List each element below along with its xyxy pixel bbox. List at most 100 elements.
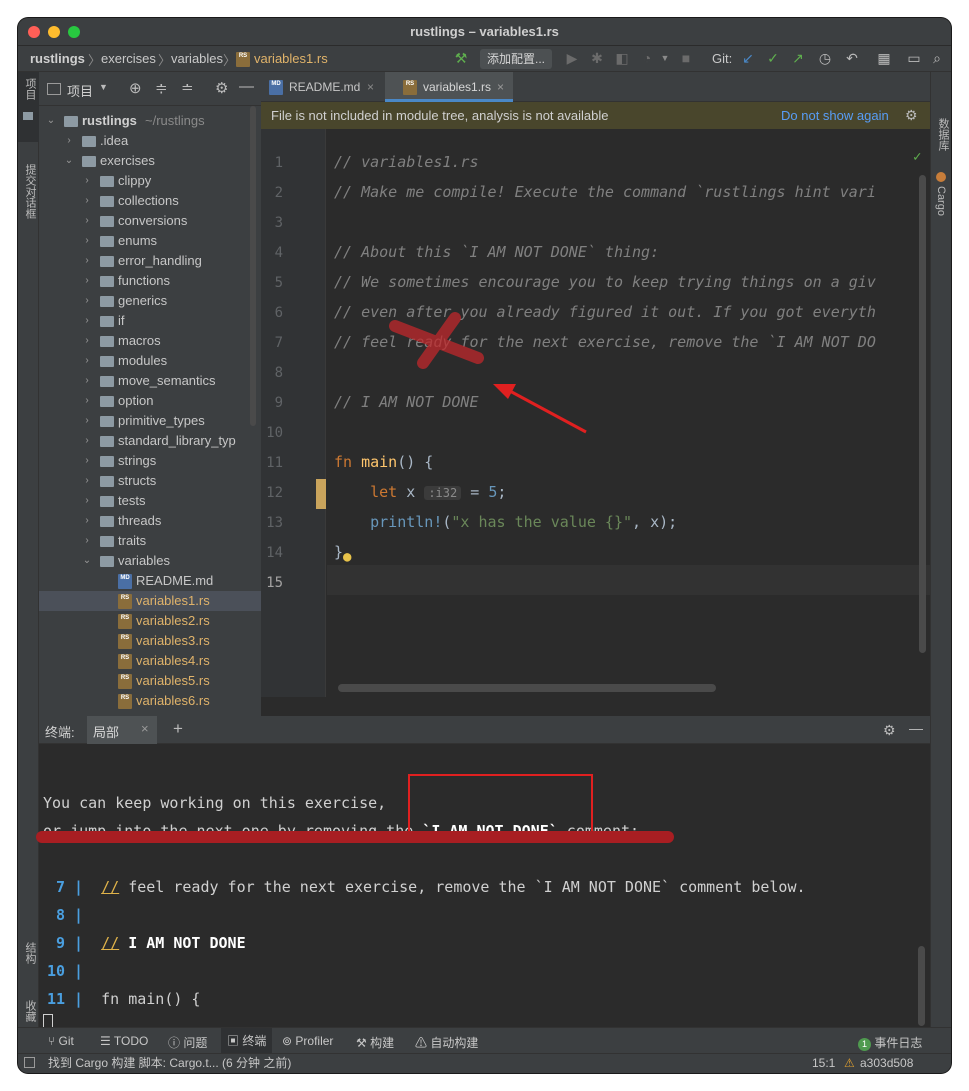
structure-tool-label[interactable]: 结构 <box>22 942 38 964</box>
autobuild-tool-button[interactable]: ⚠ 自动构建 <box>415 1034 478 1051</box>
tree-file-variables5-rs[interactable]: RS variables5.rs <box>39 671 261 691</box>
chevron-down-icon[interactable]: ⌄ <box>82 551 92 571</box>
terminal-scrollbar[interactable] <box>918 946 925 1026</box>
expand-all-icon[interactable]: ≑ <box>155 79 168 97</box>
tree-folder-threads[interactable]: › threads <box>39 511 261 531</box>
add-terminal-icon[interactable]: + <box>173 719 183 739</box>
gear-icon[interactable]: ⚙ <box>215 79 228 97</box>
gear-icon[interactable]: ⚙ <box>883 722 896 739</box>
chevron-right-icon[interactable]: › <box>82 251 92 271</box>
status-message[interactable]: 找到 Cargo 构建 脚本: Cargo.t... (6 分钟 之前) <box>48 1054 291 1073</box>
chevron-right-icon[interactable]: › <box>82 431 92 451</box>
git-update-icon[interactable]: ↙ <box>739 50 757 67</box>
chevron-down-icon[interactable]: ▼ <box>99 82 108 92</box>
database-tool-label[interactable]: 数据库 <box>935 118 951 151</box>
tree-folder-traits[interactable]: › traits <box>39 531 261 551</box>
hide-panel-icon[interactable]: — <box>239 78 254 95</box>
tree-folder-collections[interactable]: › collections <box>39 191 261 211</box>
chevron-right-icon[interactable]: › <box>82 171 92 191</box>
tree-file-variables6-rs[interactable]: RS variables6.rs <box>39 691 261 711</box>
tree-file-readme-md[interactable]: MD README.md <box>39 571 261 591</box>
chevron-right-icon[interactable]: › <box>82 471 92 491</box>
chevron-right-icon[interactable]: › <box>64 131 74 151</box>
close-tab-icon[interactable]: × <box>367 72 374 102</box>
hammer-icon[interactable]: ⚒ <box>452 50 470 67</box>
tree-file-variables3-rs[interactable]: RS variables3.rs <box>39 631 261 651</box>
tree-folder-functions[interactable]: › functions <box>39 271 261 291</box>
do-not-show-again-link[interactable]: Do not show again <box>781 102 889 129</box>
chevron-right-icon[interactable]: › <box>82 191 92 211</box>
close-tab-icon[interactable]: × <box>497 72 504 102</box>
tree-folder-structs[interactable]: › structs <box>39 471 261 491</box>
breadcrumb-file[interactable]: variables1.rs <box>254 51 328 66</box>
tree-scrollbar[interactable] <box>250 106 256 426</box>
tree-idea[interactable]: › .idea <box>39 131 261 151</box>
project-tool-tab[interactable]: 项目 <box>18 72 39 142</box>
lightbulb-icon[interactable]: ● <box>343 549 351 565</box>
chevron-right-icon[interactable]: › <box>82 411 92 431</box>
chevron-down-icon[interactable]: ⌄ <box>46 111 56 131</box>
tree-folder-standard-library-typ[interactable]: › standard_library_typ <box>39 431 261 451</box>
tree-folder-macros[interactable]: › macros <box>39 331 261 351</box>
search-everywhere-icon[interactable]: ⌕ <box>928 50 946 67</box>
git-rollback-icon[interactable]: ↶ <box>843 50 861 67</box>
gear-icon[interactable]: ⚙ <box>905 102 918 129</box>
chevron-right-icon[interactable]: › <box>82 271 92 291</box>
git-tool-button[interactable]: ⑂ Git <box>48 1034 74 1048</box>
stop-icon[interactable]: ■ <box>677 50 695 66</box>
toggle-tool-windows-icon[interactable] <box>24 1057 35 1068</box>
tree-file-variables2-rs[interactable]: RS variables2.rs <box>39 611 261 631</box>
tree-folder-error-handling[interactable]: › error_handling <box>39 251 261 271</box>
tree-exercises[interactable]: ⌄ exercises <box>39 151 261 171</box>
todo-tool-button[interactable]: ☰ TODO <box>100 1034 148 1048</box>
git-push-icon[interactable]: ↗ <box>789 50 807 67</box>
close-tab-icon[interactable]: × <box>141 721 149 736</box>
terminal-tab-local[interactable]: 局部 × <box>87 716 157 744</box>
run-dropdown-icon[interactable]: ▼ <box>656 53 674 63</box>
problems-tool-button[interactable]: ⓘ 问题 <box>168 1034 207 1051</box>
tree-folder-if[interactable]: › if <box>39 311 261 331</box>
event-log-button[interactable]: 1 事件日志 <box>858 1034 922 1051</box>
tree-folder-option[interactable]: › option <box>39 391 261 411</box>
chevron-right-icon[interactable]: › <box>82 311 92 331</box>
project-view-selector[interactable]: 项目 <box>67 81 93 100</box>
cargo-tool-label[interactable]: Cargo <box>935 186 947 216</box>
tree-folder-clippy[interactable]: › clippy <box>39 171 261 191</box>
git-branch[interactable]: a303d508 <box>860 1054 913 1073</box>
caret-position[interactable]: 15:1 <box>812 1054 835 1073</box>
chevron-right-icon[interactable]: › <box>82 371 92 391</box>
project-structure-icon[interactable]: ▦ <box>875 50 893 67</box>
chevron-right-icon[interactable]: › <box>82 331 92 351</box>
vertical-scrollbar[interactable] <box>919 175 926 653</box>
chevron-right-icon[interactable]: › <box>82 211 92 231</box>
breadcrumb-variables[interactable]: variables <box>171 51 223 66</box>
chevron-right-icon[interactable]: › <box>82 291 92 311</box>
code-editor[interactable]: 1 2 3 4 5 6 7 8 9 10 11 12 13 14 15 ✓ //… <box>261 129 930 697</box>
commit-tool-label[interactable]: 提交对话框 <box>22 164 38 219</box>
breadcrumb-exercises[interactable]: exercises <box>101 51 156 66</box>
collapse-all-icon[interactable]: ≐ <box>181 79 194 97</box>
favorites-tool-label[interactable]: 收藏 <box>22 1000 38 1022</box>
terminal-tool-button[interactable]: ▣ 终端 <box>221 1028 273 1054</box>
tab-variables1[interactable]: RS variables1.rs × <box>385 72 513 102</box>
build-tool-button[interactable]: ⚒ 构建 <box>356 1034 394 1051</box>
terminal-panel[interactable]: 终端: 局部 × + ⚙ — You can keep working on t… <box>39 716 930 1042</box>
presentation-icon[interactable]: ▭ <box>905 50 923 67</box>
tree-folder-primitive-types[interactable]: › primitive_types <box>39 411 261 431</box>
profiler-tool-button[interactable]: ⊚ Profiler <box>282 1034 333 1048</box>
horizontal-scrollbar[interactable] <box>338 684 716 692</box>
tree-file-variables4-rs[interactable]: RS variables4.rs <box>39 651 261 671</box>
tree-folder-move-semantics[interactable]: › move_semantics <box>39 371 261 391</box>
hide-panel-icon[interactable]: — <box>909 720 923 736</box>
breadcrumb-project[interactable]: rustlings <box>30 51 85 66</box>
chevron-right-icon[interactable]: › <box>82 511 92 531</box>
chevron-right-icon[interactable]: › <box>82 531 92 551</box>
coverage-icon[interactable]: ◧ <box>613 50 631 67</box>
run-icon[interactable]: ▶ <box>563 50 581 67</box>
chevron-right-icon[interactable]: › <box>82 451 92 471</box>
add-configuration-button[interactable]: 添加配置... <box>480 49 552 69</box>
tree-root[interactable]: ⌄ rustlings ~/rustlings <box>39 111 261 131</box>
chevron-right-icon[interactable]: › <box>82 231 92 251</box>
tab-readme[interactable]: MD README.md × <box>267 72 385 102</box>
git-history-icon[interactable]: ◷ <box>816 50 834 67</box>
